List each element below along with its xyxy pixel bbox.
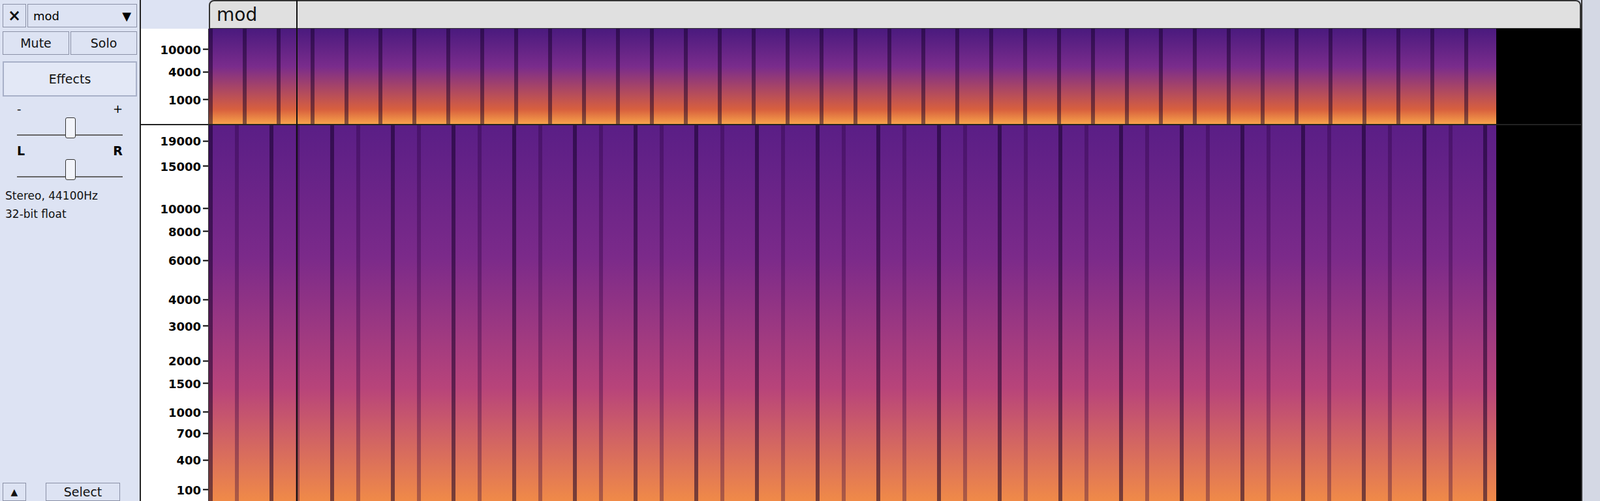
tick-label: 700 xyxy=(176,426,201,441)
spectrogram-channel[interactable] xyxy=(208,123,1582,501)
ruler-tick: 6000 xyxy=(168,253,209,268)
track-control-panel: ×mod▼MuteSoloEffects-+LRStereo, 44100Hz3… xyxy=(0,0,141,501)
tick-mark xyxy=(202,325,209,327)
spectrogram-channel[interactable] xyxy=(208,28,1582,124)
toggle-button[interactable]: Solo xyxy=(70,31,138,55)
toggle-button[interactable]: Mute xyxy=(2,31,70,55)
tick-mark xyxy=(202,459,209,461)
ruler-tick: 3000 xyxy=(168,319,209,333)
pan-slider[interactable]: LR xyxy=(2,144,138,183)
spectrogram xyxy=(208,125,1497,501)
tick-label: 19000 xyxy=(159,134,201,149)
empty-region xyxy=(1496,125,1582,501)
tick-mark xyxy=(202,208,209,210)
tick-mark xyxy=(202,383,209,385)
effects-button[interactable]: Effects xyxy=(2,61,138,97)
collapse-button[interactable]: ▲ xyxy=(2,482,27,501)
pan-left: L xyxy=(16,144,25,157)
ruler-tick: 15000 xyxy=(159,159,209,173)
track-title: mod xyxy=(216,3,258,26)
gain-slider[interactable]: -+ xyxy=(2,103,138,141)
track-name: mod xyxy=(33,9,60,23)
audacity-track: ×mod▼MuteSoloEffects-+LRStereo, 44100Hz3… xyxy=(0,0,1600,501)
tick-mark xyxy=(202,140,209,142)
ruler-tick: 700 xyxy=(176,426,209,441)
ruler-tick: 400 xyxy=(176,453,209,468)
tick-mark xyxy=(202,99,209,101)
info-line: 32-bit float xyxy=(5,204,138,224)
ruler-tick: 4000 xyxy=(168,292,209,307)
frequency-ruler: 19000 15000 10000 8000 6000 4000 3000 2000 1500 1… xyxy=(140,123,209,501)
tick-label: 8000 xyxy=(168,224,201,239)
pan-track xyxy=(16,157,123,178)
tick-label: 400 xyxy=(176,453,201,468)
tick-mark xyxy=(202,298,209,301)
close-track-button[interactable]: × xyxy=(2,3,27,28)
edit-cursor xyxy=(296,0,298,501)
ruler-tick: 2000 xyxy=(168,354,209,369)
tick-mark xyxy=(202,48,209,51)
tick-label: 10000 xyxy=(159,42,201,57)
ruler-tick: 1000 xyxy=(168,92,209,107)
tick-label: 3000 xyxy=(168,319,201,333)
tick-mark xyxy=(202,489,209,491)
tick-label: 10000 xyxy=(159,201,201,216)
ruler-tick: 4000 xyxy=(168,65,209,79)
tick-mark xyxy=(202,165,209,168)
track-info: Stereo, 44100Hz32-bit float xyxy=(2,186,138,224)
ruler-tick: 19000 xyxy=(159,134,209,149)
gain-plus: + xyxy=(112,103,123,115)
tick-label: 1500 xyxy=(168,376,201,391)
tick-label: 4000 xyxy=(168,292,201,307)
tick-label: 1000 xyxy=(168,92,201,107)
ruler-tick: 10000 xyxy=(159,42,209,57)
ruler-tick: 100 xyxy=(176,482,209,497)
info-line: Stereo, 44100Hz xyxy=(5,186,138,205)
ruler-tick: 10000 xyxy=(159,201,209,216)
tick-mark xyxy=(202,411,209,414)
tick-mark xyxy=(202,360,209,362)
select-button[interactable]: Select xyxy=(45,482,121,501)
tick-mark xyxy=(202,230,209,233)
ruler-tick: 8000 xyxy=(168,224,209,239)
tick-label: 6000 xyxy=(168,253,201,268)
tick-label: 100 xyxy=(176,482,201,497)
tick-mark xyxy=(202,259,209,262)
ruler-corner xyxy=(140,0,209,29)
ruler-tick: 1500 xyxy=(168,376,209,391)
track-title-bar[interactable]: mod xyxy=(208,0,1582,29)
gain-minus: - xyxy=(16,103,22,115)
gain-track xyxy=(16,116,123,136)
tick-label: 15000 xyxy=(159,159,201,173)
tick-label: 1000 xyxy=(168,405,201,419)
dropdown-arrow-icon: ▼ xyxy=(122,9,132,23)
tick-mark xyxy=(202,432,209,434)
tick-label: 2000 xyxy=(168,354,201,369)
pan-thumb[interactable] xyxy=(65,159,76,181)
track-name-menu[interactable]: mod ▼ xyxy=(27,3,138,28)
track-area: mod 10000 4000 1000 19000 15000 10000 8000 6000 4… xyxy=(140,0,1583,501)
pan-right: R xyxy=(112,144,123,157)
ruler-tick: 1000 xyxy=(168,405,209,419)
gain-thumb[interactable] xyxy=(65,117,76,139)
empty-region xyxy=(1496,28,1582,124)
spectrogram xyxy=(208,28,1497,124)
frequency-ruler: 10000 4000 1000 xyxy=(140,28,209,124)
tick-mark xyxy=(202,71,209,73)
tick-label: 4000 xyxy=(168,65,201,79)
